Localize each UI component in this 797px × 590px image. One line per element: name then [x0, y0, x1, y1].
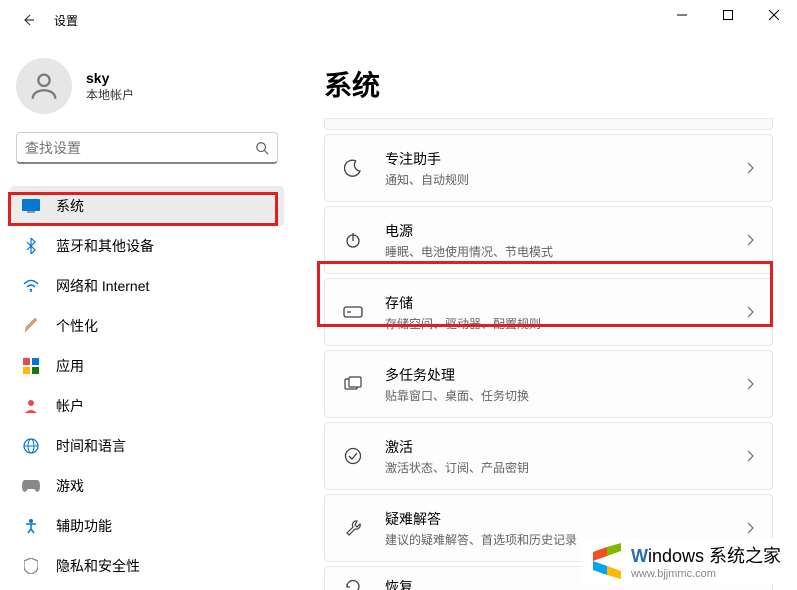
nav-label: 隐私和安全性 [56, 556, 140, 576]
close-icon [769, 10, 779, 20]
watermark-brand: Windows 系统之家 [631, 542, 781, 568]
nav-label: 辅助功能 [56, 516, 112, 536]
search-icon [255, 141, 269, 155]
nav-accounts[interactable]: 帐户 [10, 386, 284, 426]
nav-label: 游戏 [56, 476, 84, 496]
nav-bluetooth[interactable]: 蓝牙和其他设备 [10, 226, 284, 266]
nav-label: 时间和语言 [56, 436, 126, 456]
globe-icon [22, 437, 40, 455]
nav-privacy[interactable]: 隐私和安全性 [10, 546, 284, 586]
chevron-right-icon [746, 162, 754, 174]
card-power[interactable]: 电源 睡眠、电池使用情况、节电模式 [324, 206, 773, 274]
shield-icon [22, 557, 40, 575]
close-button[interactable] [751, 0, 797, 30]
moon-icon [343, 158, 363, 178]
card-title: 电源 [385, 221, 724, 241]
arrow-left-icon [20, 12, 36, 28]
windows-logo-icon [589, 543, 625, 579]
maximize-icon [723, 10, 733, 20]
avatar [16, 58, 72, 114]
person-icon [27, 69, 61, 103]
nav-label: 帐户 [56, 396, 84, 416]
card-subtitle: 贴靠窗口、桌面、任务切换 [385, 387, 724, 404]
card-title: 激活 [385, 437, 724, 457]
minimize-icon [677, 10, 687, 20]
nav-apps[interactable]: 应用 [10, 346, 284, 386]
watermark-url: www.bjjmmc.com [631, 568, 781, 580]
card-subtitle: 激活状态、订阅、产品密钥 [385, 459, 724, 476]
power-icon [343, 230, 363, 250]
chevron-right-icon [746, 378, 754, 390]
card-multitasking[interactable]: 多任务处理 贴靠窗口、桌面、任务切换 [324, 350, 773, 418]
chevron-right-icon [746, 522, 754, 534]
nav-network[interactable]: 网络和 Internet [10, 266, 284, 306]
card-title: 多任务处理 [385, 365, 724, 385]
user-subtitle: 本地帐户 [86, 86, 134, 103]
accessibility-icon [22, 517, 40, 535]
card-subtitle: 通知、自动规则 [385, 171, 724, 188]
chevron-right-icon [746, 234, 754, 246]
nav-personalization[interactable]: 个性化 [10, 306, 284, 346]
user-profile[interactable]: sky 本地帐户 [10, 58, 284, 132]
gamepad-icon [22, 477, 40, 495]
card-activation[interactable]: 激活 激活状态、订阅、产品密钥 [324, 422, 773, 490]
bluetooth-icon [22, 237, 40, 255]
search-input[interactable] [25, 140, 255, 156]
nav-label: 应用 [56, 356, 84, 376]
card-truncated-top [324, 118, 773, 130]
page-title: 系统 [324, 64, 773, 104]
recovery-icon [343, 577, 363, 590]
wrench-icon [343, 518, 363, 538]
brush-icon [22, 317, 40, 335]
check-circle-icon [343, 446, 363, 466]
account-icon [22, 397, 40, 415]
chevron-right-icon [746, 306, 754, 318]
nav-accessibility[interactable]: 辅助功能 [10, 506, 284, 546]
display-icon [22, 197, 40, 215]
storage-icon [343, 302, 363, 322]
back-button[interactable] [10, 2, 46, 38]
apps-icon [22, 357, 40, 375]
nav-label: 蓝牙和其他设备 [56, 236, 154, 256]
watermark: Windows 系统之家 www.bjjmmc.com [581, 538, 789, 584]
chevron-right-icon [746, 450, 754, 462]
card-title: 疑难解答 [385, 509, 724, 529]
card-subtitle: 睡眠、电池使用情况、节电模式 [385, 243, 724, 260]
card-title: 专注助手 [385, 149, 724, 169]
nav-gaming[interactable]: 游戏 [10, 466, 284, 506]
nav-system[interactable]: 系统 [10, 186, 284, 226]
nav-label: 个性化 [56, 316, 98, 336]
card-subtitle: 存储空间、驱动器、配置规则 [385, 315, 724, 332]
nav-label: 系统 [56, 196, 84, 216]
search-box[interactable] [16, 132, 278, 164]
card-storage[interactable]: 存储 存储空间、驱动器、配置规则 [324, 278, 773, 346]
nav-time-language[interactable]: 时间和语言 [10, 426, 284, 466]
nav-label: 网络和 Internet [56, 276, 149, 296]
card-focus-assist[interactable]: 专注助手 通知、自动规则 [324, 134, 773, 202]
card-title: 存储 [385, 293, 724, 313]
titlebar-title: 设置 [54, 12, 78, 29]
maximize-button[interactable] [705, 0, 751, 30]
multitask-icon [343, 374, 363, 394]
user-name: sky [86, 70, 134, 86]
wifi-icon [22, 277, 40, 295]
minimize-button[interactable] [659, 0, 705, 30]
